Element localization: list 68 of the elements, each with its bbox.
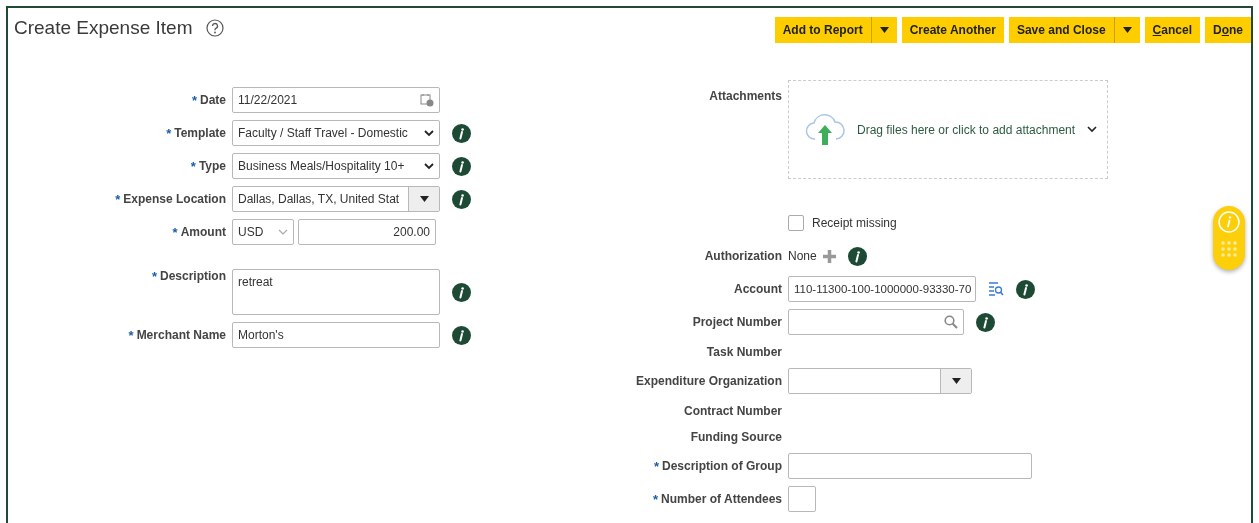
- field-label: * Type: [189, 158, 227, 174]
- info-icon[interactable]: [452, 189, 471, 209]
- caret-icon[interactable]: [1122, 27, 1132, 33]
- field-label: Contract Number: [683, 403, 783, 418]
- chevron-icon: [424, 129, 434, 137]
- field-label: Expenditure Organization: [635, 374, 783, 388]
- toolbar-button-label[interactable]: Add to Report: [782, 23, 863, 37]
- field-label: * Date: [190, 92, 227, 108]
- description-field[interactable]: retreat: [232, 269, 440, 315]
- toolbar-button[interactable]: Done: [1204, 17, 1251, 43]
- field-label: Project Number: [691, 315, 783, 329]
- field-label: * Description of Group: [652, 458, 783, 474]
- info-icon[interactable]: [452, 156, 471, 176]
- info-icon[interactable]: [452, 282, 471, 302]
- combo-field[interactable]: Dallas, Dallas, TX, United Stat: [232, 186, 440, 212]
- dropzone-hint[interactable]: Drag files here or click to add attachment: [857, 122, 1076, 137]
- chevron-icon[interactable]: [1087, 126, 1098, 133]
- split-button[interactable]: Add to Report: [774, 17, 897, 43]
- chevron-icon: [278, 228, 288, 236]
- toolbar-button[interactable]: Cancel: [1144, 17, 1200, 43]
- field-label: Attachments: [708, 88, 783, 103]
- field-label: Account: [733, 282, 783, 296]
- authorization-value: None: [788, 249, 817, 263]
- info-icon[interactable]: [1016, 279, 1035, 299]
- combo-field[interactable]: [788, 368, 972, 394]
- dropdown-button[interactable]: [408, 187, 439, 211]
- info-icon[interactable]: [452, 123, 471, 143]
- field-label: * Number of Attendees: [652, 491, 783, 507]
- field-label: Funding Source: [689, 429, 783, 444]
- checkbox-label: Receipt missing: [812, 216, 897, 230]
- text-field[interactable]: Morton's: [232, 322, 440, 348]
- field-label: * Expense Location: [114, 191, 227, 207]
- toolbar-button-label[interactable]: Save and Close: [1016, 23, 1106, 37]
- select-field[interactable]: Faculty / Staff Travel - Domestic: [232, 120, 440, 146]
- caret-icon[interactable]: [879, 27, 889, 33]
- field-label: * Merchant Name: [127, 327, 227, 343]
- account-field[interactable]: 110-11300-100-1000000-93330-70: [788, 276, 976, 302]
- select-field[interactable]: Business Meals/Hospitality 10+: [232, 153, 440, 179]
- date-field[interactable]: 11/22/2021: [232, 87, 440, 113]
- text-field[interactable]: [788, 453, 1032, 479]
- attachment-dropzone[interactable]: Drag files here or click to add attachment: [788, 80, 1108, 179]
- field-label: * Description: [150, 269, 227, 284]
- add-icon[interactable]: [822, 249, 836, 263]
- toolbar-button[interactable]: Create Another: [901, 17, 1004, 43]
- currency-select[interactable]: USD: [232, 219, 294, 245]
- help-icon[interactable]: [206, 19, 225, 37]
- receipt-checkbox[interactable]: [788, 215, 804, 231]
- chevron-icon: [424, 162, 434, 170]
- search-field[interactable]: [788, 309, 964, 335]
- info-icon[interactable]: [452, 325, 471, 345]
- amount-field[interactable]: 200.00: [298, 219, 436, 245]
- page-title: Create Expense Item: [14, 17, 193, 39]
- lookup-icon[interactable]: [988, 281, 1004, 297]
- info-icon[interactable]: [847, 246, 867, 266]
- grid-dots-icon[interactable]: [1221, 241, 1237, 257]
- cloud-upload-icon: [805, 112, 845, 147]
- caret-icon: [951, 378, 961, 384]
- dropdown-button[interactable]: [940, 369, 971, 393]
- field-label: * Template: [165, 125, 227, 141]
- field-label: Task Number: [705, 344, 783, 359]
- number-field[interactable]: [788, 486, 816, 512]
- field-label: * Amount: [171, 224, 227, 240]
- caret-icon: [419, 196, 429, 202]
- info-icon[interactable]: [976, 312, 995, 332]
- search-icon[interactable]: [944, 315, 958, 329]
- split-button[interactable]: Save and Close: [1008, 17, 1140, 43]
- field-label: Authorization: [703, 249, 783, 263]
- calendar-icon[interactable]: [420, 93, 434, 107]
